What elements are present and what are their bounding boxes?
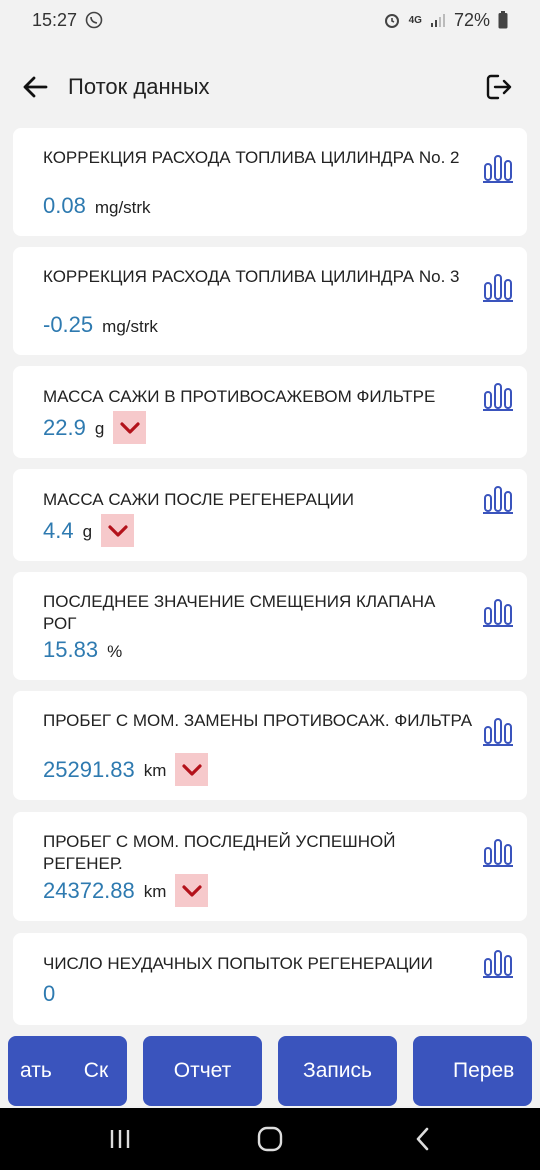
save-stop-button[interactable]: ать Ск [8,1036,127,1106]
status-right: 4G 72% [383,10,508,31]
item-value: 0 [43,981,56,1006]
list-item: ПРОБЕГ С МОМ. ПОСЛЕДНЕЙ УСПЕШНОЙ РЕГЕНЕР… [13,812,527,921]
item-unit: g [82,522,93,541]
item-unit: km [143,761,167,780]
list-item: КОРРЕКЦИЯ РАСХОДА ТОПЛИВА ЦИЛИНДРА No. 3… [13,247,527,355]
list-item: ПРОБЕГ С МОМ. ЗАМЕНЫ ПРОТИВОСАЖ. ФИЛЬТРА… [13,691,527,800]
chart-button[interactable] [483,596,513,628]
network-type-label: 4G [408,14,422,26]
system-nav-bar [0,1108,540,1170]
item-unit: g [94,419,105,438]
item-name: КОРРЕКЦИЯ РАСХОДА ТОПЛИВА ЦИЛИНДРА No. 3 [43,267,460,286]
expand-button[interactable] [175,874,209,907]
item-value-row: 15.83 % [43,637,122,663]
status-left: 15:27 [32,10,103,31]
item-unit: km [143,882,167,901]
chevron-down-icon [182,884,202,897]
report-button[interactable]: Отчет [143,1036,262,1106]
button-label-part-a: ать [20,1059,52,1082]
item-name: ПРОБЕГ С МОМ. ЗАМЕНЫ ПРОТИВОСАЖ. ФИЛЬТРА [43,711,473,730]
data-stream-list[interactable]: КОРРЕКЦИЯ РАСХОДА ТОПЛИВА ЦИЛИНДРА No. 2… [0,127,540,1037]
item-value: 22.9 [43,414,86,440]
expand-button[interactable] [101,514,135,547]
item-value: -0.25 [43,312,94,337]
list-item: КОРРЕКЦИЯ РАСХОДА ТОПЛИВА ЦИЛИНДРА No. 2… [13,128,527,236]
logout-icon [486,74,512,100]
item-value-row: 4.4 g [43,514,135,547]
viber-icon [85,11,103,29]
item-value: 0.08 [43,193,86,218]
list-item: МАССА САЖИ ПОСЛЕ РЕГЕНЕРАЦИИ 4.4 g [13,469,527,561]
page-title: Поток данных [68,74,210,99]
battery-icon [498,11,508,29]
chevron-down-icon [107,524,128,537]
home-icon [257,1126,283,1152]
recent-apps-button[interactable] [100,1124,140,1154]
bottom-action-bar[interactable]: ать Ск Отчет Запись Перев [0,1031,540,1111]
bar-chart-icon [483,155,513,183]
bar-chart-icon [483,383,513,411]
battery-percent: 72% [453,9,490,30]
item-value: 25291.83 [43,756,135,782]
item-name: ПОСЛЕДНЕЕ ЗНАЧЕНИЕ СМЕЩЕНИЯ КЛАПАНА РОГ [43,592,436,633]
item-unit: % [107,641,123,661]
expand-button[interactable] [113,411,147,444]
app-header: Поток данных [0,54,540,120]
item-name: КОРРЕКЦИЯ РАСХОДА ТОПЛИВА ЦИЛИНДРА No. 2 [43,148,460,167]
item-value-row: 25291.83 km [43,753,209,786]
bar-chart-icon [483,599,513,627]
item-value-row: 0.08 mg/strk [43,193,151,219]
item-unit: mg/strk [94,197,151,217]
item-value: 15.83 [43,637,99,662]
bar-chart-icon [483,839,513,867]
chart-button[interactable] [483,271,513,303]
button-label-part-b: Ск [83,1059,109,1082]
recent-apps-icon [110,1130,130,1148]
item-value-row: 0 [43,981,64,1007]
item-value-row: 24372.88 km [43,874,209,907]
chart-button[interactable] [483,715,513,747]
signal-icon [430,12,446,28]
home-button[interactable] [250,1124,290,1154]
list-item: ЧИСЛО НЕУДАЧНЫХ ПОПЫТОК РЕГЕНЕРАЦИИ 0 [13,933,527,1025]
bar-chart-icon [483,718,513,746]
back-nav-button[interactable] [403,1124,443,1154]
item-value-row: 22.9 g [43,411,147,444]
chart-button[interactable] [483,380,513,412]
chevron-left-icon [416,1127,429,1151]
arrow-left-icon [23,76,48,98]
chevron-down-icon [120,421,140,434]
record-button[interactable]: Запись [278,1036,397,1106]
status-bar: 15:27 4G 72% [0,0,540,40]
next-button[interactable]: Перев [413,1036,532,1106]
expand-button[interactable] [175,753,209,786]
bar-chart-icon [483,486,513,514]
status-time: 15:27 [32,9,78,30]
chevron-down-icon [182,763,202,776]
item-unit: mg/strk [102,316,158,336]
list-item: МАССА САЖИ В ПРОТИВОСАЖЕВОМ ФИЛЬТРЕ 22.9… [13,366,527,458]
item-name: ЧИСЛО НЕУДАЧНЫХ ПОПЫТОК РЕГЕНЕРАЦИИ [43,954,433,973]
item-value-row: -0.25 mg/strk [43,312,158,338]
list-item: ПОСЛЕДНЕЕ ЗНАЧЕНИЕ СМЕЩЕНИЯ КЛАПАНА РОГ … [13,572,527,680]
exit-button[interactable] [482,70,516,104]
bar-chart-icon [483,950,513,978]
alarm-icon [383,11,401,29]
bar-chart-icon [483,274,513,302]
chart-button[interactable] [483,836,513,868]
item-value: 4.4 [43,517,74,543]
chart-button[interactable] [483,947,513,979]
item-name: МАССА САЖИ В ПРОТИВОСАЖЕВОМ ФИЛЬТРЕ [43,387,436,406]
back-button[interactable] [18,70,52,104]
chart-button[interactable] [483,152,513,184]
item-name: ПРОБЕГ С МОМ. ПОСЛЕДНЕЙ УСПЕШНОЙ РЕГЕНЕР… [43,832,396,873]
chart-button[interactable] [483,483,513,515]
item-name: МАССА САЖИ ПОСЛЕ РЕГЕНЕРАЦИИ [43,490,355,509]
item-value: 24372.88 [43,877,135,903]
